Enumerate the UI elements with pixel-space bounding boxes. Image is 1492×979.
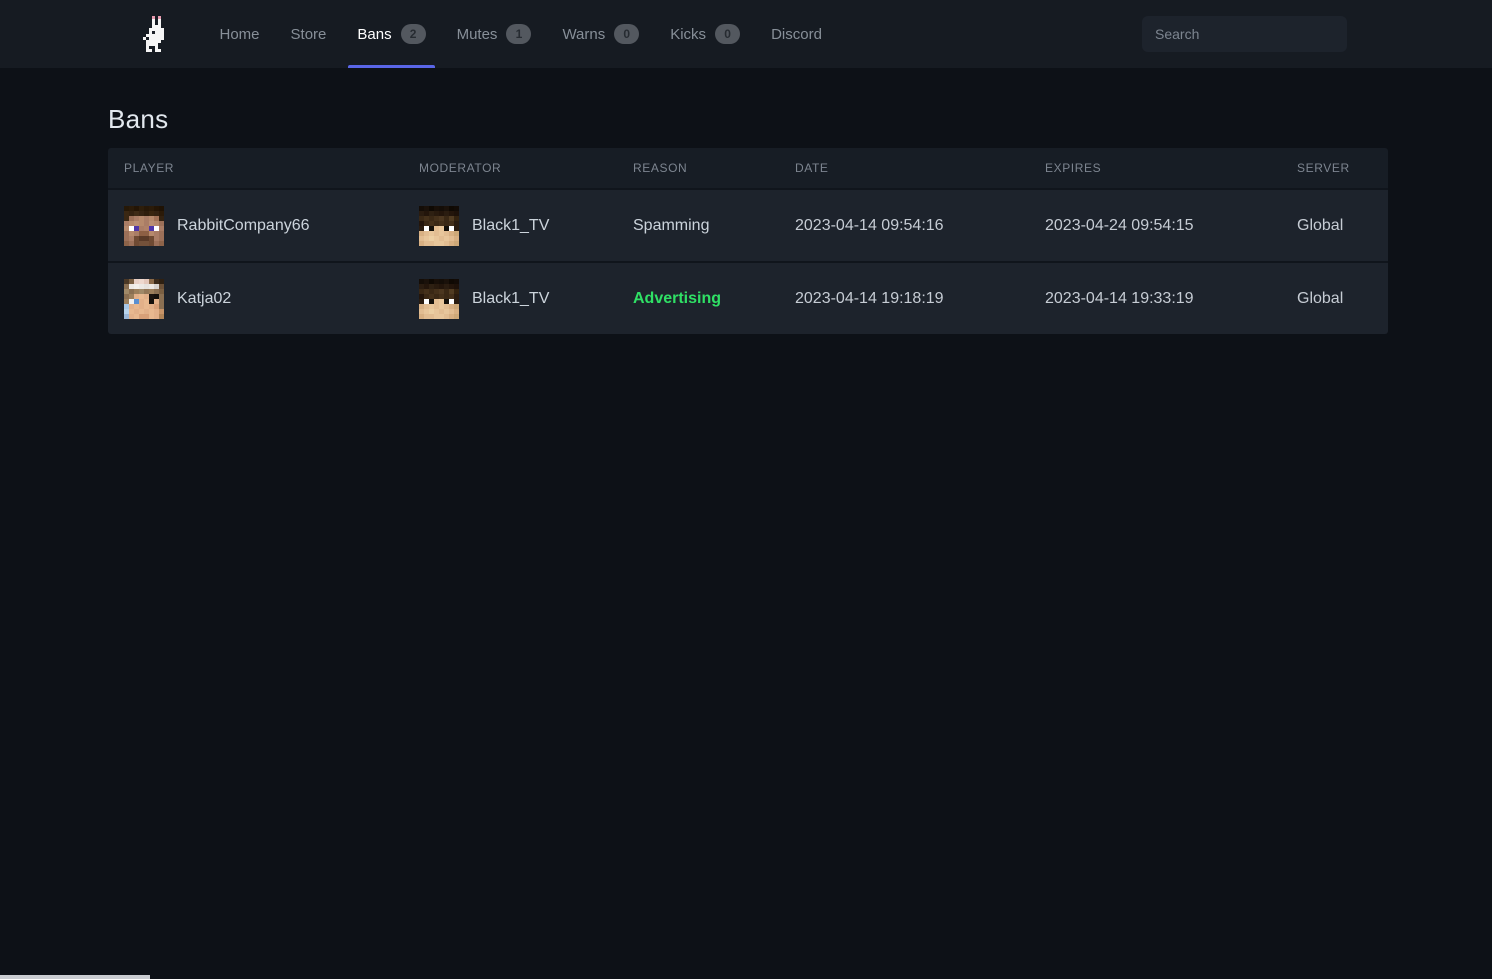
ban-expires: 2023-04-24 09:54:15 [1045, 217, 1297, 235]
column-header-server: SERVER [1297, 161, 1372, 175]
column-header-player: PLAYER [124, 161, 419, 175]
moderator-name: Black1_TV [472, 217, 549, 235]
main-nav: Home Store Bans 2 Mutes 1 Warns 0 Kicks … [204, 0, 837, 68]
ban-reason: Advertising [633, 290, 795, 308]
ban-reason: Spamming [633, 217, 795, 235]
nav-item-discord[interactable]: Discord [756, 0, 838, 68]
table-header-row: PLAYER MODERATOR REASON DATE EXPIRES SER… [108, 148, 1388, 188]
nav-item-label: Home [220, 26, 260, 43]
moderator-avatar [419, 279, 459, 319]
moderator-cell: Black1_TV [419, 279, 633, 319]
table-row[interactable]: RabbitCompany66 Black1_TV Spamming 2023-… [108, 188, 1388, 261]
active-tab-underline [348, 65, 435, 68]
bunny-logo-icon[interactable] [143, 16, 170, 52]
moderator-name: Black1_TV [472, 290, 549, 308]
column-header-reason: REASON [633, 161, 795, 175]
kicks-count-badge: 0 [715, 24, 740, 44]
moderator-cell: Black1_TV [419, 206, 633, 246]
nav-item-label: Warns [562, 26, 605, 43]
nav-item-store[interactable]: Store [275, 0, 342, 68]
nav-item-bans[interactable]: Bans 2 [342, 0, 441, 68]
table-row[interactable]: Katja02 Black1_TV Advertising 2023-04-14… [108, 261, 1388, 334]
nav-item-label: Kicks [670, 26, 706, 43]
nav-item-kicks[interactable]: Kicks 0 [655, 0, 756, 68]
player-name: RabbitCompany66 [177, 217, 310, 235]
page-title: Bans [108, 68, 1388, 135]
nav-item-mutes[interactable]: Mutes 1 [441, 0, 547, 68]
column-header-moderator: MODERATOR [419, 161, 633, 175]
nav-item-warns[interactable]: Warns 0 [547, 0, 655, 68]
main-content: Bans PLAYER MODERATOR REASON DATE EXPIRE… [0, 68, 1492, 334]
search-input[interactable] [1142, 16, 1347, 52]
bans-table: PLAYER MODERATOR REASON DATE EXPIRES SER… [108, 148, 1388, 334]
nav-item-label: Bans [357, 26, 391, 43]
nav-item-home[interactable]: Home [204, 0, 275, 68]
top-navbar: Home Store Bans 2 Mutes 1 Warns 0 Kicks … [0, 0, 1492, 68]
ban-server: Global [1297, 290, 1372, 308]
ban-date: 2023-04-14 19:18:19 [795, 290, 1045, 308]
moderator-avatar [419, 206, 459, 246]
mutes-count-badge: 1 [506, 24, 531, 44]
nav-item-label: Mutes [457, 26, 498, 43]
horizontal-scrollbar-thumb[interactable] [0, 975, 150, 979]
player-avatar [124, 279, 164, 319]
nav-item-label: Discord [771, 26, 822, 43]
player-cell: Katja02 [124, 279, 419, 319]
ban-date: 2023-04-14 09:54:16 [795, 217, 1045, 235]
column-header-expires: EXPIRES [1045, 161, 1297, 175]
column-header-date: DATE [795, 161, 1045, 175]
player-avatar [124, 206, 164, 246]
warns-count-badge: 0 [614, 24, 639, 44]
nav-item-label: Store [291, 26, 327, 43]
ban-expires: 2023-04-14 19:33:19 [1045, 290, 1297, 308]
player-cell: RabbitCompany66 [124, 206, 419, 246]
ban-server: Global [1297, 217, 1372, 235]
bans-count-badge: 2 [401, 24, 426, 44]
player-name: Katja02 [177, 290, 231, 308]
